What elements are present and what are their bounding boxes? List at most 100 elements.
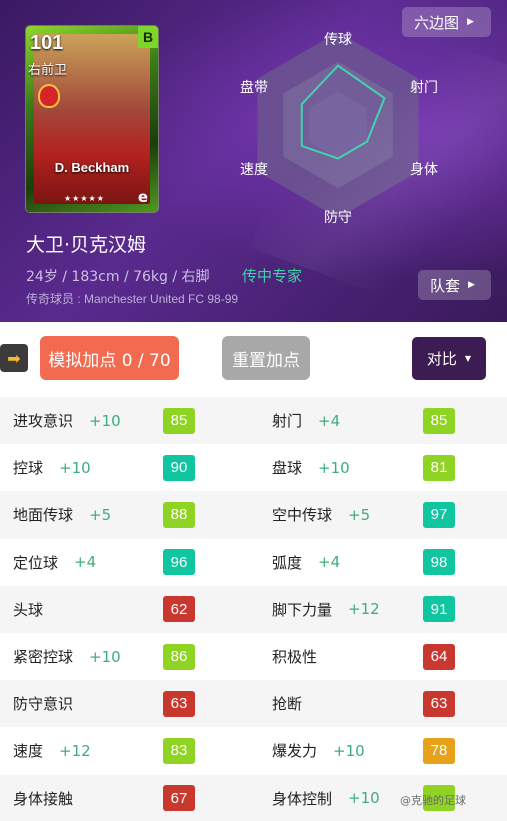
card-player-name: D. Beckham: [54, 160, 130, 175]
stat-right: 射门 +4: [272, 397, 340, 444]
stat-value-badge: 67: [163, 785, 195, 812]
stat-bonus: +10: [89, 647, 121, 666]
radar-label: 防守: [324, 210, 352, 226]
player-header: 101 右前卫 B D. Beckham ★★★★★ e 传球射门身体防守 速度 盘…: [0, 0, 507, 322]
caret-down-icon: ▼: [464, 354, 472, 363]
stat-value-badge: 85: [163, 407, 195, 434]
stat-name: 紧密控球: [13, 648, 74, 667]
watermark: @克驰的足球: [400, 794, 466, 807]
stat-bonus: +5: [348, 505, 371, 524]
stat-name: 地面传球: [13, 506, 74, 525]
card-e-icon: e: [137, 188, 148, 206]
stat-value-badge: 62: [163, 596, 195, 623]
stat-bonus: +5: [89, 505, 112, 524]
stat-bonus: +12: [348, 600, 380, 619]
stat-left: 进攻意识 +10: [13, 397, 121, 444]
stat-bonus: +10: [318, 458, 350, 477]
stat-name: 定位球: [13, 553, 59, 572]
stat-name: 射门: [272, 412, 303, 431]
compare-dropdown[interactable]: 对比 ▼: [412, 337, 486, 380]
radar-chart: 传球射门身体防守 速度 盘带: [240, 32, 438, 226]
stat-right: 空中传球 +5: [272, 491, 370, 538]
radar-ring: [257, 32, 419, 218]
radar-label: 射门: [410, 80, 438, 96]
card-position: 右前卫: [28, 63, 68, 78]
stat-value-badge: 64: [423, 643, 455, 670]
radar-value-shape: [300, 64, 386, 160]
stat-row: 控球 +10 90 盘球 +10 81: [0, 444, 507, 492]
stat-right: 抢断: [272, 680, 318, 727]
simulate-points-button[interactable]: 模拟加点 0 / 70: [40, 336, 179, 380]
stat-row: 进攻意识 +10 85 射门 +4 85: [0, 397, 507, 445]
stat-row: 速度 +12 83 爆发力 +10 78: [0, 727, 507, 775]
stats-table: 进攻意识 +10 85 射门 +4 85 控球 +10 90 盘球 +10 81 地面传球 +5 88 空中传…: [0, 397, 507, 821]
stat-name: 进攻意识: [13, 412, 74, 431]
stat-name: 头球: [13, 600, 44, 619]
stat-value-badge: 83: [163, 737, 195, 764]
stat-name: 抢断: [272, 695, 303, 714]
stat-bonus: +10: [89, 411, 121, 430]
stat-row: 紧密控球 +10 86 积极性 64: [0, 632, 507, 681]
stat-right: 身体控制 +10: [272, 775, 380, 821]
stat-right: 积极性: [272, 633, 333, 680]
radar-label: 身体: [410, 162, 438, 178]
stat-left: 防守意识: [13, 680, 89, 727]
card-grade-badge: B: [138, 26, 158, 48]
hexagon-chart-button[interactable]: 六边图 ▶: [402, 7, 491, 37]
reset-points-button[interactable]: 重置加点: [222, 336, 310, 380]
stat-value-badge: 63: [423, 690, 455, 717]
stat-bonus: +10: [333, 741, 365, 760]
stat-row: 地面传球 +5 88 空中传球 +5 97: [0, 491, 507, 539]
stat-bonus: +4: [74, 553, 97, 572]
stat-left: 身体接触: [13, 775, 89, 821]
compare-label: 对比: [426, 350, 457, 368]
stat-left: 速度 +12: [13, 727, 91, 774]
stat-name: 空中传球: [272, 506, 333, 525]
stat-bonus: +10: [59, 458, 91, 477]
player-info: 24岁 / 183cm / 76kg / 右脚: [26, 269, 210, 285]
stat-value-badge: 81: [423, 454, 455, 481]
stat-bonus: +4: [318, 411, 341, 430]
card-rating: 101: [30, 32, 64, 54]
stat-name: 控球: [13, 459, 44, 478]
stat-value-badge: 96: [163, 549, 195, 576]
stat-name: 积极性: [272, 648, 318, 667]
chevron-right-icon: ▶: [467, 17, 474, 27]
stat-right: 弧度 +4: [272, 539, 340, 586]
player-club: 传奇球员 : Manchester United FC 98-99: [26, 292, 239, 306]
stat-name: 爆发力: [272, 742, 318, 761]
radar-label: 速度: [240, 162, 268, 178]
stat-row: 头球 62 脚下力量 +12 91: [0, 585, 507, 633]
kit-button[interactable]: 队套 ▶: [418, 270, 491, 300]
stat-left: 紧密控球 +10: [13, 633, 121, 680]
stat-value-badge: 86: [163, 643, 195, 670]
stat-right: 爆发力 +10: [272, 727, 365, 774]
club-crest-icon: [38, 84, 60, 108]
stat-bonus: +10: [348, 789, 380, 808]
arrow-right-icon[interactable]: ➡: [0, 344, 28, 372]
stat-value-badge: 97: [423, 501, 455, 528]
radar-label: 盘带: [240, 79, 268, 96]
player-trait: 传中专家: [242, 267, 303, 285]
stat-bonus: +12: [59, 741, 91, 760]
stat-name: 身体控制: [272, 789, 333, 808]
stat-value-badge: 63: [163, 690, 195, 717]
stat-name: 身体接触: [13, 789, 74, 808]
stat-left: 定位球 +4: [13, 539, 96, 586]
stat-name: 防守意识: [13, 695, 74, 714]
stat-left: 头球: [13, 586, 59, 633]
player-card[interactable]: 101 右前卫 B D. Beckham ★★★★★ e: [26, 26, 158, 212]
stat-value-badge: 78: [423, 737, 455, 764]
stat-right: 盘球 +10: [272, 444, 350, 491]
stat-row: 定位球 +4 96 弧度 +4 98: [0, 538, 507, 586]
stat-left: 地面传球 +5: [13, 491, 111, 538]
radar-label: 传球: [324, 32, 352, 48]
card-stars: ★★★★★: [64, 194, 105, 203]
chevron-right-icon: ▶: [468, 280, 475, 290]
player-name: 大卫·贝克汉姆: [26, 234, 147, 256]
stat-right: 脚下力量 +12: [272, 586, 380, 633]
kit-button-label: 队套: [430, 276, 461, 295]
stat-value-badge: 91: [423, 596, 455, 623]
stat-bonus: +4: [318, 553, 341, 572]
stat-value-badge: 90: [163, 454, 195, 481]
